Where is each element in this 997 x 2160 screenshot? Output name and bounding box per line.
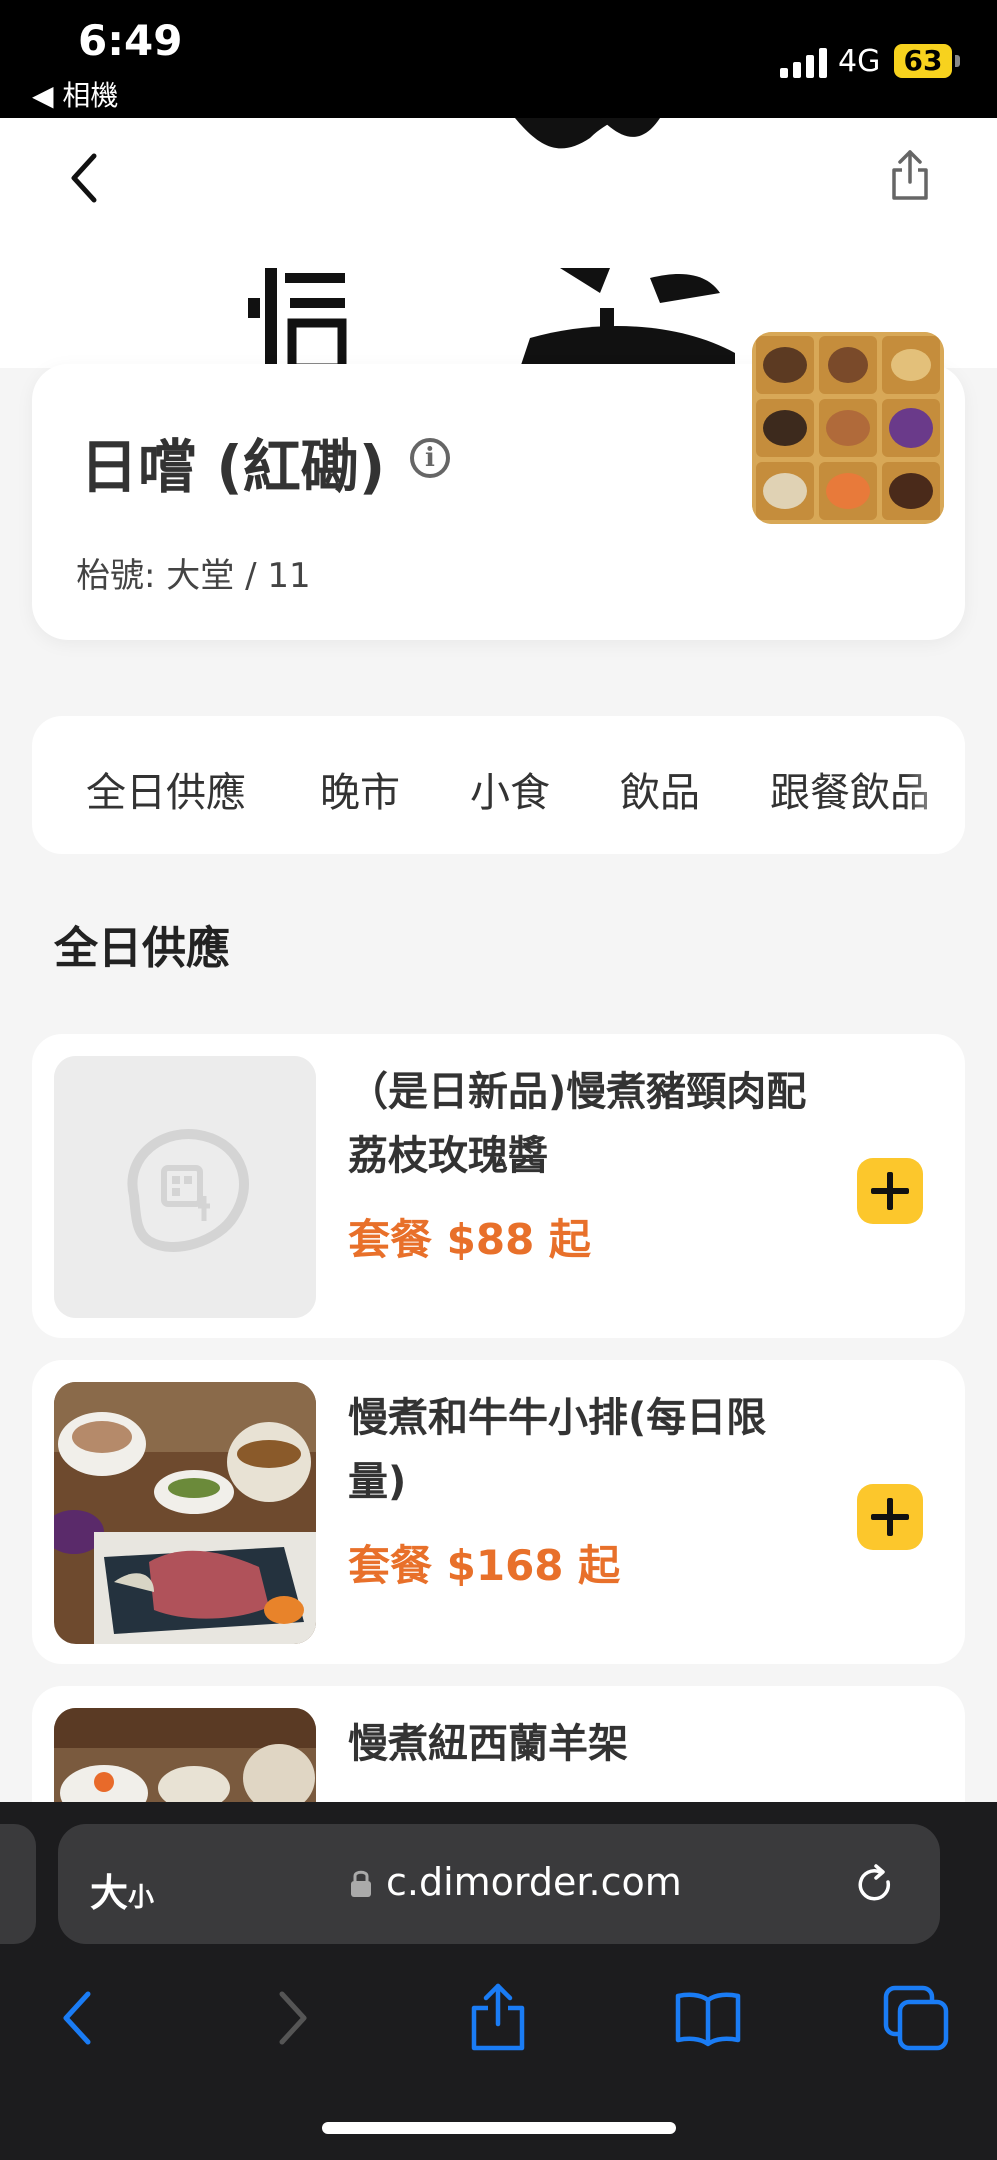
reload-icon[interactable] <box>852 1862 898 1908</box>
category-tab-bar: 全日供應 晚市 小食 飲品 跟餐飲品 <box>32 716 965 854</box>
browser-share-icon[interactable] <box>462 1982 534 2054</box>
tab-drinks[interactable]: 飲品 <box>620 760 700 818</box>
menu-item[interactable]: （是日新品)慢煮豬頸肉配荔枝玫瑰醬 套餐 $88 起 <box>32 1034 965 1338</box>
lock-icon <box>351 1870 371 1897</box>
section-title: 全日供應 <box>54 923 230 974</box>
address-bar[interactable]: 大小 c.dimorder.com <box>58 1824 940 1944</box>
info-icon[interactable]: i <box>410 438 450 478</box>
add-to-cart-button[interactable] <box>857 1158 923 1224</box>
bookmarks-icon[interactable] <box>672 1982 744 2054</box>
back-arrow-icon[interactable] <box>62 148 108 208</box>
tab-fade-overlay <box>905 716 965 854</box>
text-size-small: 小 <box>128 1883 155 1913</box>
signal-icon <box>780 48 827 78</box>
status-bar: 6:49 ◀ 相機 4G 63 <box>0 0 997 118</box>
item-name: （是日新品)慢煮豬頸肉配荔枝玫瑰醬 <box>348 1069 807 1179</box>
share-icon[interactable] <box>888 148 932 204</box>
network-type: 4G <box>838 44 881 79</box>
placeholder-image <box>54 1056 316 1318</box>
text-size-large: 大 <box>90 1871 129 1915</box>
item-name: 慢煮和牛牛小排(每日限量) <box>348 1395 767 1505</box>
battery-icon: 63 <box>894 44 960 78</box>
tab-snacks[interactable]: 小食 <box>470 760 550 818</box>
browser-back-icon[interactable] <box>42 1982 114 2054</box>
back-to-app-link[interactable]: ◀ 相機 <box>32 74 118 114</box>
home-indicator <box>322 2122 676 2134</box>
store-thumbnail-image <box>752 332 944 524</box>
table-number: 枱號: 大堂 / 11 <box>76 556 311 596</box>
food-photo-image <box>54 1382 316 1644</box>
item-price: 套餐 $168 起 <box>348 1541 621 1590</box>
browser-forward-icon[interactable] <box>256 1982 328 2054</box>
banner-calligraphy-image <box>248 118 735 368</box>
add-to-cart-button[interactable] <box>857 1484 923 1550</box>
tab-dinner[interactable]: 晚市 <box>320 760 400 818</box>
url-text: c.dimorder.com <box>386 1860 682 1904</box>
tabs-icon[interactable] <box>880 1982 952 2054</box>
store-banner <box>0 118 997 368</box>
store-name: 日嚐 (紅磡) <box>80 433 386 501</box>
status-time: 6:49 <box>78 16 183 65</box>
menu-item[interactable]: 慢煮和牛牛小排(每日限量) 套餐 $168 起 <box>32 1360 965 1664</box>
item-price: 套餐 $88 起 <box>348 1215 591 1264</box>
text-size-button[interactable]: 大小 <box>90 1862 154 1917</box>
item-name: 慢煮紐西蘭羊架 <box>348 1721 628 1767</box>
browser-toolbar: 大小 c.dimorder.com <box>0 1802 997 2160</box>
tab-all-day[interactable]: 全日供應 <box>86 760 246 818</box>
previous-tab-stub[interactable] <box>0 1824 36 1944</box>
